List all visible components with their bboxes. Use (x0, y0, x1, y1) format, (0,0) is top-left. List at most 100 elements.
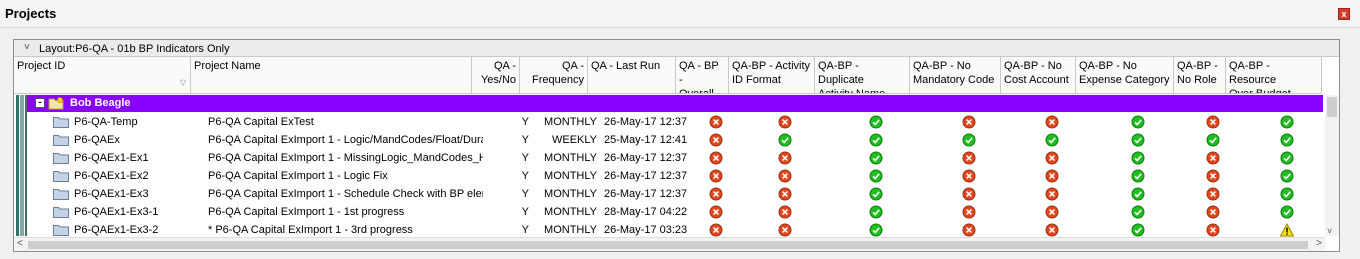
eps-folder-icon (48, 97, 64, 110)
column-header-qa-bp-duplicate-activity-name[interactable]: QA-BP - Duplicate Activity Name (815, 57, 910, 94)
x-circle-icon (709, 223, 722, 237)
filter-icon[interactable]: ▽ (180, 76, 186, 90)
column-header-label: QA - Last Run (591, 60, 661, 72)
column-header-qa-bp-overall[interactable]: QA - BP - Overall (676, 57, 729, 94)
x-circle-icon (778, 169, 792, 183)
column-header-qa-frequency[interactable]: QA - Frequency (520, 57, 588, 94)
column-header-sublabel: Activity Name (818, 88, 886, 94)
check-circle-icon (1280, 205, 1294, 219)
qa-last-run-cell: 26-May-17 12:37 (604, 116, 687, 128)
horizontal-scrollbar[interactable]: < > (14, 237, 1325, 251)
collapse-icon[interactable]: - (35, 98, 45, 108)
column-header-label: QA-BP - No (913, 60, 971, 72)
column-header-qa-bp-no-role[interactable]: QA-BP - No Role (1174, 57, 1226, 94)
scroll-right-icon[interactable]: > (1316, 238, 1322, 249)
project-name-cell: P6-QA Capital ExImport 1 - 1st progress (208, 206, 405, 218)
project-id-cell: P6-QAEx (74, 134, 120, 146)
check-circle-icon (869, 205, 882, 219)
x-circle-icon (1045, 187, 1058, 201)
project-row[interactable]: P6-QAEx1-Ex2 P6-QA Capital ExImport 1 - L… (27, 167, 1323, 185)
column-header-qa-yes-no[interactable]: QA - Yes/No (472, 57, 520, 94)
project-id-cell: P6-QAEx1-Ex3-1 (74, 206, 159, 218)
folder-icon (53, 153, 69, 164)
qa-last-run-cell: 26-May-17 12:37 (604, 188, 687, 200)
column-header-sublabel: Frequency (532, 74, 584, 86)
x-circle-icon (1206, 187, 1220, 201)
check-circle-icon (1280, 115, 1294, 129)
close-button[interactable]: x (1338, 8, 1350, 20)
qa-yes-no-cell: Y (521, 116, 529, 128)
x-circle-icon (1045, 115, 1058, 129)
project-row[interactable]: P6-QAEx P6-QA Capital ExImport 1 - Logic/… (27, 131, 1323, 149)
group-row[interactable]: - Bob Beagle (27, 95, 1323, 112)
column-header-qa-bp-resource-over-budget[interactable]: QA-BP - Resource Over Budget (1226, 57, 1322, 94)
vertical-scroll-thumb[interactable] (1327, 97, 1337, 117)
folder-icon (53, 225, 69, 236)
check-circle-icon (1045, 133, 1058, 147)
qa-last-run-cell: 26-May-17 12:37 (604, 152, 687, 164)
column-header-label: Project ID (17, 60, 66, 72)
qa-yes-no-cell: Y (521, 170, 529, 182)
qa-frequency-cell: WEEKLY (551, 134, 597, 146)
project-name-cell: P6-QA Capital ExTest (208, 116, 314, 128)
qa-frequency-cell: MONTHLY (544, 170, 597, 182)
check-circle-icon (1131, 133, 1145, 147)
check-circle-icon (1131, 115, 1145, 129)
column-header-sublabel: Yes/No (480, 74, 516, 86)
x-circle-icon (962, 205, 975, 219)
column-header-label: QA - BP - (679, 60, 719, 86)
x-circle-icon (1206, 223, 1220, 237)
column-header-sublabel: No Role (1177, 74, 1217, 86)
column-header-qa-bp-no-expense-category[interactable]: QA-BP - No Expense Category (1076, 57, 1174, 94)
layout-bar[interactable]: ˅ Layout:P6-QA - 01b BP Indicators Only (14, 40, 1339, 57)
x-circle-icon (962, 115, 975, 129)
x-circle-icon (962, 187, 975, 201)
x-circle-icon (1206, 151, 1220, 165)
x-circle-icon (778, 205, 792, 219)
folder-icon (53, 117, 69, 128)
column-header-sublabel: Cost Account (1004, 74, 1069, 86)
check-circle-icon (1131, 169, 1145, 183)
column-header-label: Project Name (194, 60, 261, 72)
column-header-label: QA-BP - No (1004, 60, 1062, 72)
scroll-down-icon[interactable]: ˅ (1327, 226, 1332, 236)
project-row[interactable]: P6-QA-Temp P6-QA Capital ExTest Y MONTHLY 26… (27, 113, 1323, 131)
x-circle-icon (778, 115, 792, 129)
horizontal-scroll-thumb[interactable] (28, 241, 1308, 249)
qa-yes-no-cell: Y (521, 206, 529, 218)
column-header-qa-bp-no-cost-account[interactable]: QA-BP - No Cost Account (1001, 57, 1076, 94)
check-circle-icon (1131, 187, 1145, 201)
project-id-cell: P6-QA-Temp (74, 116, 138, 128)
check-circle-icon (1131, 151, 1145, 165)
project-id-cell: P6-QAEx1-Ex1 (74, 152, 149, 164)
scroll-left-icon[interactable]: < (17, 238, 23, 249)
x-circle-icon (778, 223, 792, 237)
qa-yes-no-cell: Y (521, 152, 529, 164)
window-titlebar: Projects x (0, 0, 1360, 28)
x-circle-icon (962, 223, 975, 237)
project-row[interactable]: P6-QAEx1-Ex3 P6-QA Capital ExImport 1 - S… (27, 185, 1323, 203)
project-row[interactable]: P6-QAEx1-Ex1 P6-QA Capital ExImport 1 - M… (27, 149, 1323, 167)
check-circle-icon (1280, 151, 1294, 165)
check-circle-icon (1206, 133, 1220, 147)
x-circle-icon (709, 151, 722, 165)
project-id-cell: P6-QAEx1-Ex3 (74, 188, 149, 200)
project-row[interactable]: P6-QAEx1-Ex3-1 P6-QA Capital ExImport 1 -… (27, 203, 1323, 221)
folder-icon (53, 135, 69, 146)
column-header-label: QA-BP - Activity (732, 60, 811, 72)
column-header-sublabel: Over Budget (1229, 88, 1291, 94)
x-circle-icon (1206, 205, 1220, 219)
column-header-sublabel: Expense Category (1079, 74, 1170, 86)
column-header-qa-last-run[interactable]: QA - Last Run (588, 57, 676, 94)
x-circle-icon (709, 133, 722, 147)
column-header-project-name[interactable]: Project Name (191, 57, 472, 94)
x-circle-icon (1045, 205, 1058, 219)
column-header-qa-bp-activity-id-format[interactable]: QA-BP - Activity ID Format (729, 57, 815, 94)
check-circle-icon (869, 133, 882, 147)
vertical-scrollbar[interactable]: ˅ (1325, 95, 1339, 236)
column-header-qa-bp-no-mandatory-code[interactable]: QA-BP - No Mandatory Code (910, 57, 1001, 94)
chevron-down-icon[interactable]: ˅ (24, 42, 30, 53)
column-header-project-id[interactable]: Project ID ▽ (14, 57, 191, 94)
check-circle-icon (869, 115, 882, 129)
x-circle-icon (1045, 169, 1058, 183)
